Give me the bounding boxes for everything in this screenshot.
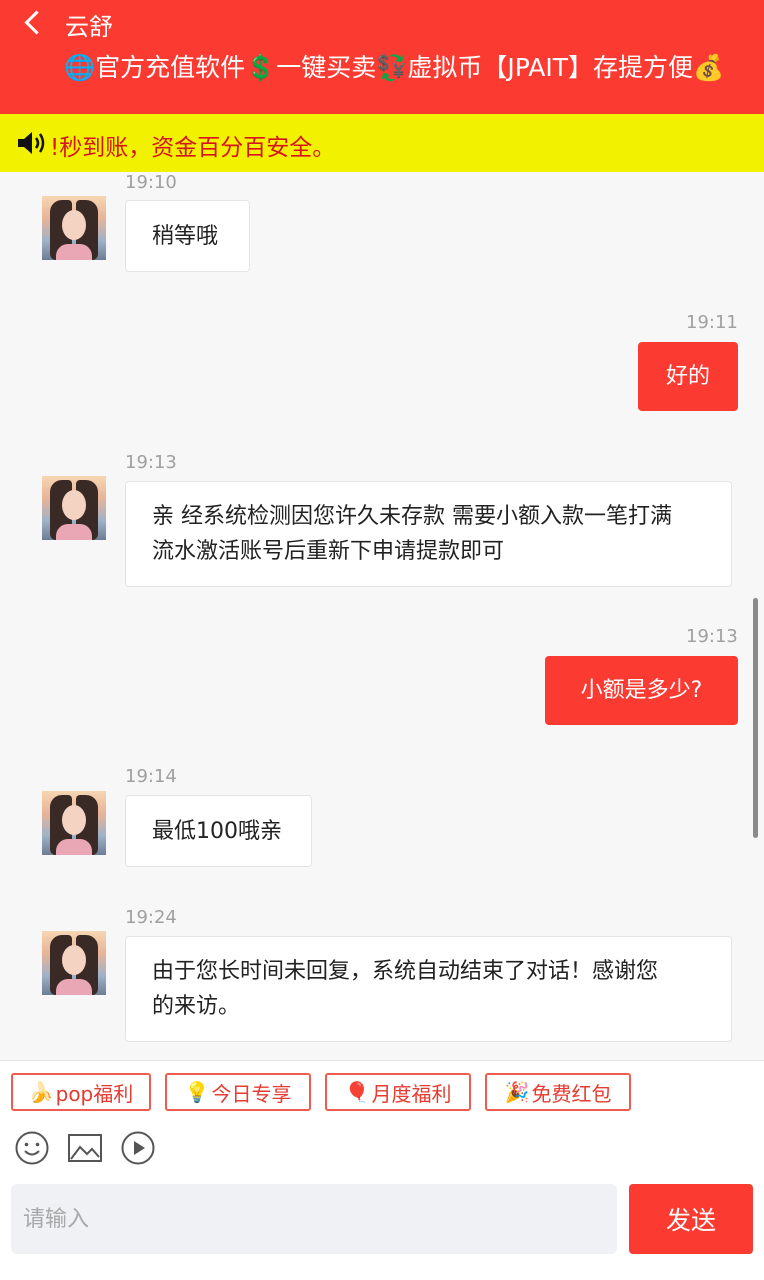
- message-text: 稍等哦: [152, 223, 219, 249]
- message-timestamp: 19:14: [125, 766, 177, 787]
- outgoing-message: 好的: [638, 342, 738, 411]
- message-input[interactable]: [11, 1184, 617, 1254]
- video-icon[interactable]: [120, 1130, 156, 1166]
- chip-label: 免费红包: [531, 1081, 612, 1106]
- emoji-icon[interactable]: [14, 1130, 50, 1166]
- message-timestamp: 19:10: [125, 172, 177, 193]
- outgoing-message: 小额是多少?: [545, 656, 738, 725]
- banana-icon: 🍌: [28, 1080, 54, 1104]
- incoming-message: 亲 经系统检测因您许久未存款 需要小额入款一笔打满 流水激活账号后重新下申请提款…: [125, 481, 732, 587]
- quick-reply-bar: 🍌 pop福利 💡 今日专享 🎈 月度福利 🎉 免费红包: [0, 1060, 764, 1121]
- message-text: 最低100哦亲: [152, 818, 282, 844]
- lightbulb-icon: 💡: [184, 1080, 210, 1104]
- chip-label: pop福利: [55, 1081, 134, 1106]
- notice-bar: !秒到账，资金百分百安全。: [0, 114, 764, 172]
- chevron-left-icon: [23, 9, 49, 35]
- incoming-message: 最低100哦亲: [125, 795, 312, 867]
- quick-reply-monthly-welfare[interactable]: 🎈 月度福利: [325, 1073, 471, 1111]
- scrollbar[interactable]: [753, 598, 758, 838]
- message-timestamp: 19:11: [686, 312, 738, 333]
- incoming-message: 由于您长时间未回复，系统自动结束了对话！感谢您 的来访。: [125, 936, 732, 1042]
- message-timestamp: 19:13: [686, 626, 738, 647]
- contact-name: 云舒: [65, 13, 113, 41]
- chat-header: 云舒 🌐官方充值软件💲一键买卖💱虚拟币【JPAIT】存提方便💰: [0, 0, 764, 114]
- message-text-line: 亲 经系统检测因您许久未存款 需要小额入款一笔打满: [152, 504, 672, 529]
- avatar[interactable]: [42, 931, 106, 995]
- avatar[interactable]: [42, 791, 106, 855]
- incoming-message: 稍等哦: [125, 200, 250, 272]
- back-button[interactable]: [20, 6, 52, 38]
- message-timestamp: 19:13: [125, 452, 177, 473]
- composer-toolbar: [0, 1120, 764, 1176]
- contact-subtitle: 🌐官方充值软件💲一键买卖💱虚拟币【JPAIT】存提方便💰: [64, 53, 725, 82]
- avatar[interactable]: [42, 196, 106, 260]
- quick-reply-pop-welfare[interactable]: 🍌 pop福利: [11, 1073, 151, 1111]
- message-text-line: 由于您长时间未回复，系统自动结束了对话！感谢您: [152, 959, 659, 984]
- message-text: 好的: [665, 364, 710, 389]
- send-button[interactable]: 发送: [629, 1184, 753, 1254]
- speaker-icon: [18, 132, 45, 154]
- quick-reply-free-red-packet[interactable]: 🎉 免费红包: [485, 1073, 631, 1111]
- notice-text: !秒到账，资金百分百安全。: [50, 135, 336, 161]
- message-text: 小额是多少?: [580, 678, 703, 703]
- chip-label: 月度福利: [371, 1081, 452, 1106]
- message-list[interactable]: 19:10 稍等哦 19:11 好的 19:13 亲 经系统检测因您许久未存款 …: [0, 172, 764, 1060]
- avatar[interactable]: [42, 476, 106, 540]
- party-popper-icon: 🎉: [504, 1080, 530, 1104]
- message-timestamp: 19:24: [125, 907, 177, 928]
- message-text-line: 的来访。: [152, 994, 241, 1019]
- composer: 发送: [0, 1176, 764, 1280]
- message-text-line: 流水激活账号后重新下申请提款即可: [152, 539, 505, 564]
- quick-reply-today-exclusive[interactable]: 💡 今日专享: [165, 1073, 311, 1111]
- balloon-icon: 🎈: [344, 1080, 370, 1104]
- chip-label: 今日专享: [211, 1081, 292, 1106]
- image-icon[interactable]: [67, 1130, 103, 1166]
